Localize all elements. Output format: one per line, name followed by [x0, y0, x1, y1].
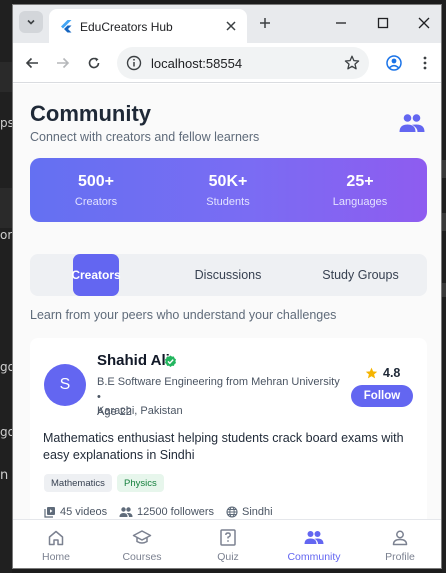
new-tab-button[interactable]	[255, 13, 275, 33]
creator-card[interactable]: S Shahid Ali B.E Software Engineering fr…	[30, 338, 427, 519]
background-window-strip-right	[442, 0, 446, 573]
desktop-edge	[12, 569, 442, 573]
people-icon	[119, 507, 133, 517]
reload-button[interactable]	[82, 51, 106, 75]
maximize-icon	[377, 17, 389, 29]
forward-button[interactable]	[51, 51, 75, 75]
creator-name: Shahid Ali	[97, 352, 170, 369]
person-icon	[392, 530, 408, 546]
home-icon	[48, 530, 64, 546]
stat-label: Languages	[332, 196, 388, 208]
page-title: Community	[30, 101, 151, 126]
tab-study-groups[interactable]: Study Groups	[294, 254, 427, 296]
tab-title: EduCreators Hub	[80, 20, 173, 34]
chevron-down-icon	[27, 19, 35, 25]
bottom-navigation: Home Courses Quiz Community Profile	[13, 519, 441, 568]
window-close-button[interactable]	[413, 13, 435, 33]
creator-bio: Mathematics enthusiast helping students …	[43, 431, 404, 462]
address-bar[interactable]: localhost:58554	[117, 47, 369, 79]
creator-location: Karachi, Pakistan	[97, 405, 183, 417]
community-tabs: Creators Discussions Study Groups	[30, 254, 427, 296]
nav-courses[interactable]: Courses	[99, 520, 185, 568]
follower-count: 12500 followers	[119, 505, 214, 519]
people-icon	[304, 531, 324, 544]
nav-label: Quiz	[217, 551, 239, 563]
nav-quiz[interactable]: Quiz	[185, 520, 271, 568]
close-icon	[226, 21, 236, 31]
info-icon[interactable]	[125, 54, 143, 72]
globe-icon	[226, 506, 238, 518]
education-text: B.E Software Engineering from Mehran Uni…	[97, 376, 340, 403]
nav-label: Home	[41, 551, 70, 563]
stat-value: 25+	[346, 173, 374, 190]
tab-creators[interactable]: Creators	[71, 254, 121, 296]
close-tab-button[interactable]	[223, 18, 239, 34]
school-icon	[132, 530, 152, 544]
language-text: Sindhi	[242, 506, 273, 518]
section-tagline: Learn from your peers who understand you…	[30, 308, 337, 322]
star-outline-icon[interactable]	[343, 54, 361, 72]
nav-profile[interactable]: Profile	[357, 520, 441, 568]
peek-text: ps	[0, 116, 12, 130]
tab-discussions[interactable]: Discussions	[162, 254, 294, 296]
back-button[interactable]	[20, 51, 44, 75]
tab-search-button[interactable]	[19, 11, 43, 33]
video-count: 45 videos	[44, 505, 107, 519]
arrow-left-icon	[25, 57, 38, 69]
rating-value: 4.8	[383, 366, 401, 380]
stat-creators: 500+ Creators	[30, 158, 162, 222]
browser-tab[interactable]: EduCreators Hub	[49, 9, 247, 43]
nav-community[interactable]: Community	[271, 520, 357, 568]
stat-value: 50K+	[208, 173, 248, 190]
close-icon	[418, 17, 430, 29]
browser-toolbar: localhost:58554	[13, 43, 441, 83]
people-icon[interactable]	[398, 112, 426, 134]
stat-label: Students	[206, 196, 250, 208]
quiz-icon	[220, 529, 236, 546]
background-window-strip: ps ore go go n L	[0, 0, 12, 573]
subject-chip: Mathematics	[44, 474, 112, 492]
nav-label: Community	[287, 551, 341, 563]
arrow-right-icon	[57, 57, 70, 69]
star-icon	[365, 367, 378, 378]
verified-icon	[165, 355, 176, 367]
stats-banner: 500+ Creators 50K+ Students 25+ Language…	[30, 158, 427, 222]
peek-text: ore	[0, 228, 12, 242]
reload-icon	[88, 57, 100, 69]
creator-language: Sindhi	[226, 505, 273, 519]
stat-value: 500+	[77, 173, 115, 190]
peek-text: go	[0, 425, 12, 439]
video-count-text: 45 videos	[60, 506, 108, 518]
account-circle-icon	[386, 55, 402, 71]
peek-text: n L	[0, 468, 12, 483]
minimize-icon	[336, 22, 346, 24]
stat-label: Creators	[74, 196, 118, 208]
nav-home[interactable]: Home	[13, 520, 99, 568]
plus-icon	[260, 18, 270, 28]
subject-chip: Physics	[117, 474, 164, 492]
url-text: localhost:58554	[151, 56, 243, 71]
stat-students: 50K+ Students	[162, 158, 294, 222]
nav-label: Profile	[385, 551, 415, 563]
browser-window: EduCreators Hub localhost:58554 Communit…	[12, 4, 442, 569]
creator-rating: 4.8	[365, 365, 400, 381]
video-library-icon	[44, 507, 55, 518]
minimize-button[interactable]	[330, 13, 352, 33]
stat-languages: 25+ Languages	[294, 158, 426, 222]
page-content: Community Connect with creators and fell…	[13, 84, 441, 519]
nav-label: Courses	[122, 551, 162, 563]
peek-text: go	[0, 360, 12, 374]
maximize-button[interactable]	[372, 13, 394, 33]
flutter-icon	[61, 20, 72, 33]
profile-button[interactable]	[382, 51, 406, 75]
tab-bar: EduCreators Hub	[13, 5, 441, 43]
page-subtitle: Connect with creators and fellow learner…	[30, 130, 260, 144]
avatar: S	[44, 364, 86, 406]
more-vert-icon	[423, 56, 427, 70]
follower-count-text: 12500 followers	[137, 506, 215, 518]
follow-button[interactable]: Follow	[351, 385, 413, 407]
menu-button[interactable]	[413, 51, 437, 75]
